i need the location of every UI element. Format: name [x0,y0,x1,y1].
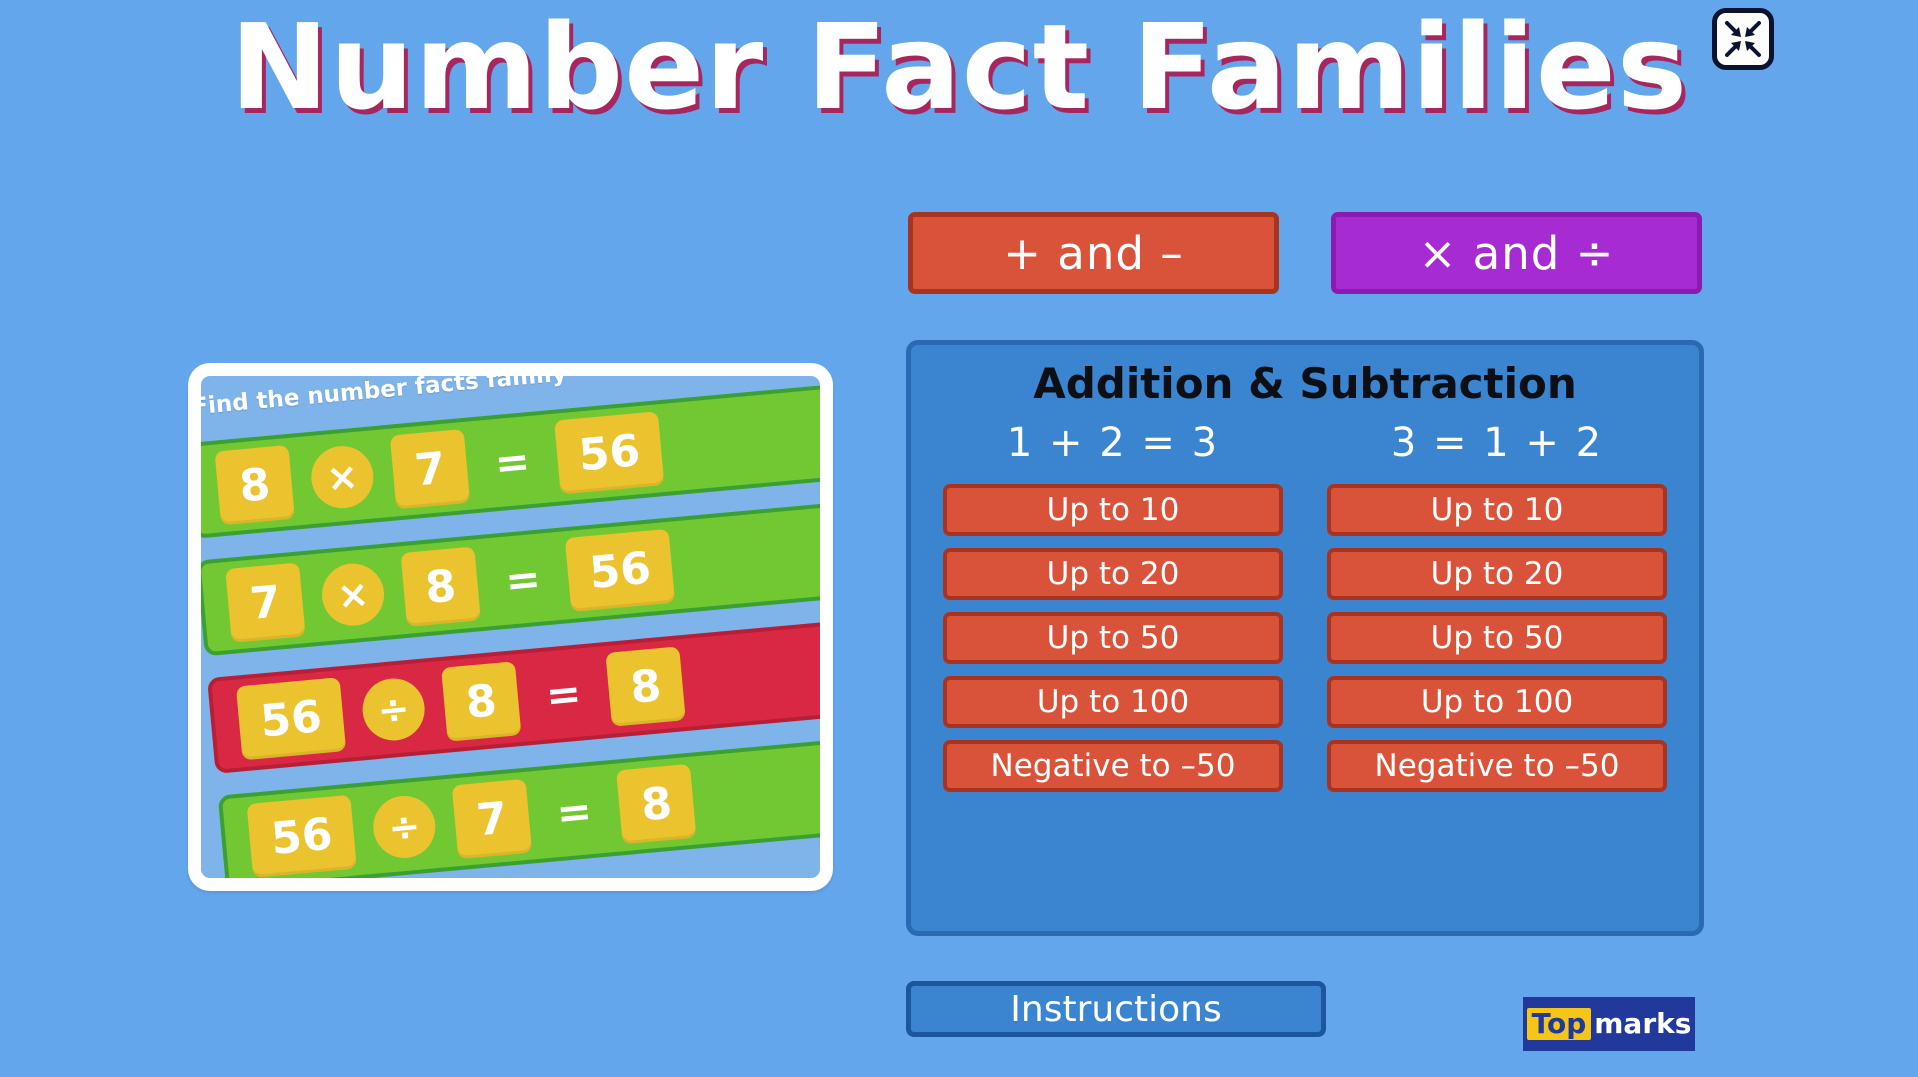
mode-button-multiplication-division[interactable]: × and ÷ [1331,212,1702,294]
option-up-to-100-left[interactable]: Up to 100 [943,676,1283,728]
topmarks-logo[interactable]: Top marks [1523,997,1695,1051]
option-up-to-20-left[interactable]: Up to 20 [943,548,1283,600]
options-panel: Addition & Subtraction 1 + 2 = 3 Up to 1… [906,340,1704,936]
exit-fullscreen-icon [1723,19,1763,59]
option-negative-to-50-left[interactable]: Negative to –50 [943,740,1283,792]
fact-result: 8 [605,646,686,727]
fact-operand-a: 7 [225,562,306,643]
options-panel-title: Addition & Subtraction [1033,359,1577,408]
option-up-to-100-right[interactable]: Up to 100 [1327,676,1667,728]
logo-text-top: Top [1526,1008,1592,1040]
option-negative-to-50-right[interactable]: Negative to –50 [1327,740,1667,792]
options-column-right: 3 = 1 + 2 Up to 10 Up to 20 Up to 50 Up … [1327,420,1667,804]
option-up-to-50-left[interactable]: Up to 50 [943,612,1283,664]
game-preview-card[interactable]: Find the number facts family 8 × 7 = 56 … [188,363,833,891]
fact-operand-b: 8 [400,546,481,627]
multiply-icon: × [319,560,387,629]
fact-result: 8 [616,763,697,845]
preview-card-inner: Find the number facts family 8 × 7 = 56 … [201,376,820,878]
options-column-left: 1 + 2 = 3 Up to 10 Up to 20 Up to 50 Up … [943,420,1283,804]
fact-operand-a: 56 [246,794,357,878]
fact-operand-b: 7 [389,428,471,510]
fact-operand-a: 56 [235,677,347,761]
exit-fullscreen-button[interactable] [1712,8,1774,70]
column-heading-right: 3 = 1 + 2 [1390,420,1604,466]
equals-sign: = [503,553,543,606]
equals-sign: = [554,785,594,838]
instructions-button[interactable]: Instructions [906,981,1326,1037]
fact-operand-b: 8 [441,661,522,742]
option-up-to-10-left[interactable]: Up to 10 [943,484,1283,536]
mode-button-addition-subtraction[interactable]: + and – [908,212,1279,294]
option-up-to-10-right[interactable]: Up to 10 [1327,484,1667,536]
multiply-icon: × [308,443,377,511]
option-up-to-50-right[interactable]: Up to 50 [1327,612,1667,664]
fact-result: 56 [564,528,676,612]
logo-text-marks: marks [1594,1007,1692,1041]
page-title: Number Fact Families [229,0,1689,136]
option-up-to-20-right[interactable]: Up to 20 [1327,548,1667,600]
divide-icon: ÷ [370,793,438,861]
equals-sign: = [492,435,532,488]
equals-sign: = [543,668,584,720]
divide-icon: ÷ [359,675,428,744]
column-heading-left: 1 + 2 = 3 [1006,420,1220,466]
fact-operand-b: 7 [451,778,533,860]
fact-operand-a: 8 [214,444,295,526]
preview-rotated-content: Find the number facts family 8 × 7 = 56 … [201,376,820,878]
options-columns: 1 + 2 = 3 Up to 10 Up to 20 Up to 50 Up … [911,420,1699,804]
fact-result: 56 [554,411,665,495]
